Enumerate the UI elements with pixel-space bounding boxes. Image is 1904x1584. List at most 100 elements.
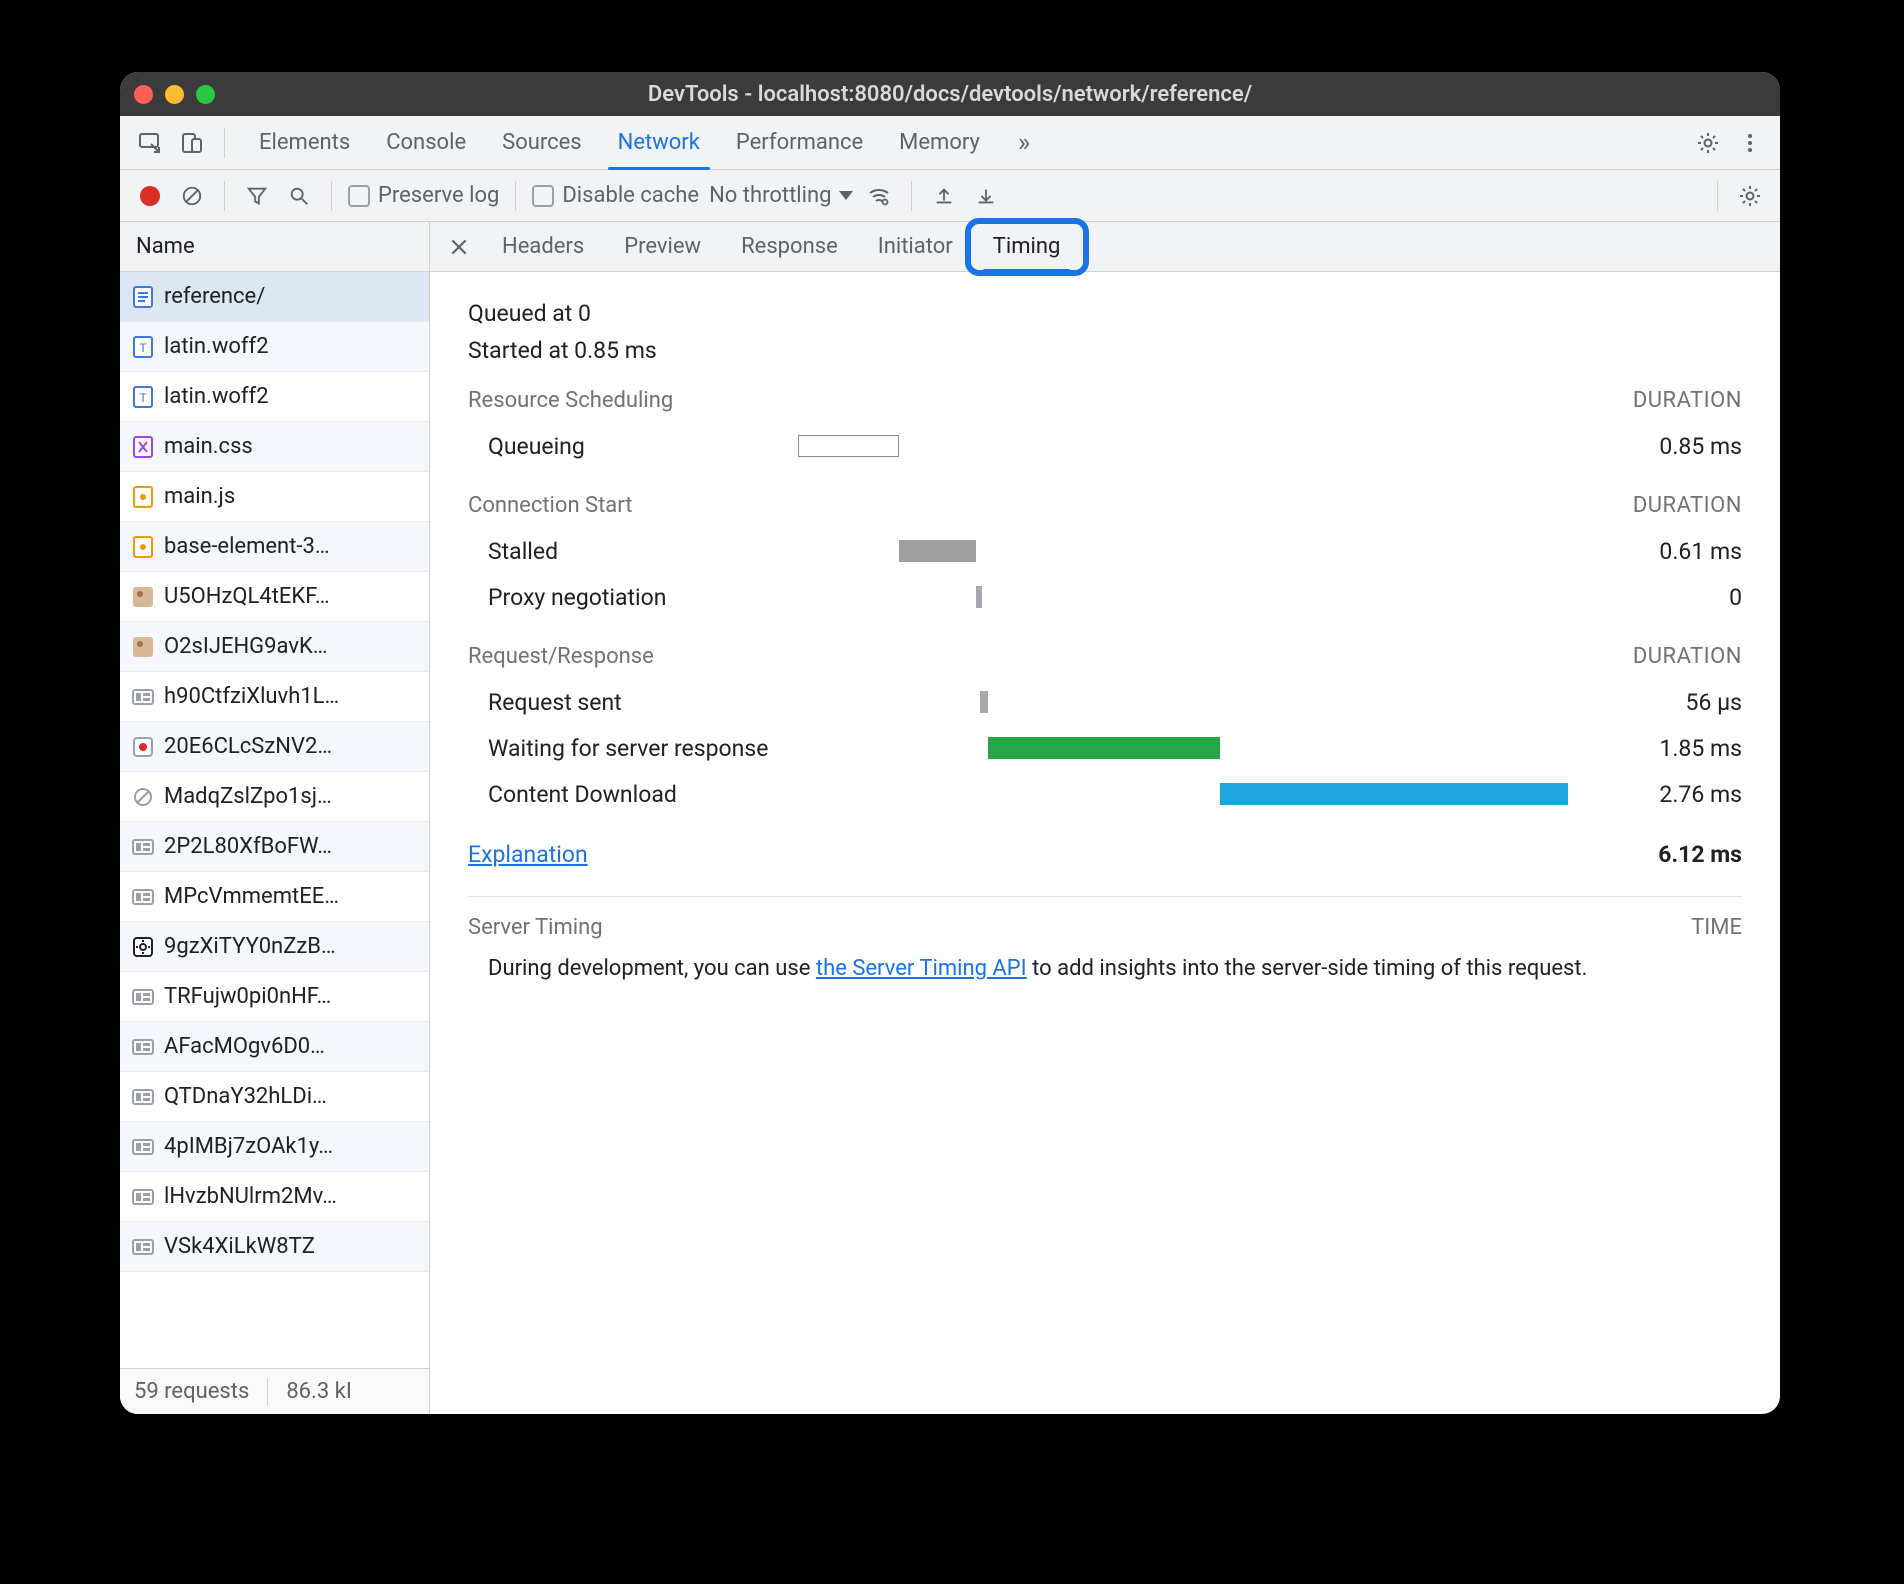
detail-tab-headers[interactable]: Headers xyxy=(482,222,604,271)
detail-tab-timing[interactable]: Timing xyxy=(973,222,1081,271)
kebab-menu-icon[interactable] xyxy=(1734,127,1766,159)
divider xyxy=(267,1379,268,1405)
inspect-element-icon[interactable] xyxy=(134,127,166,159)
image-icon xyxy=(132,636,154,658)
timing-label: Queueing xyxy=(468,433,788,460)
request-row[interactable]: main.css xyxy=(120,422,429,472)
timing-row: Queueing0.85 ms xyxy=(468,423,1742,469)
tabs-overflow-button[interactable]: » xyxy=(1008,116,1040,169)
settings-gear-icon[interactable] xyxy=(1692,127,1724,159)
record-icon xyxy=(132,736,154,758)
network-conditions-icon[interactable] xyxy=(863,180,895,212)
network-settings-gear-icon[interactable] xyxy=(1734,180,1766,212)
request-name: lHvzbNUlrm2Mv… xyxy=(164,1184,337,1209)
window-title: DevTools - localhost:8080/docs/devtools/… xyxy=(120,82,1780,107)
preserve-log-checkbox[interactable]: Preserve log xyxy=(348,183,499,208)
body-split: Name reference/Tlatin.woff2Tlatin.woff2m… xyxy=(120,222,1780,1414)
started-label: Started at 0.85 ms xyxy=(468,337,1742,364)
request-row[interactable]: 2P2L80XfBoFW… xyxy=(120,822,429,872)
download-har-icon[interactable] xyxy=(970,180,1002,212)
record-button[interactable] xyxy=(134,180,166,212)
request-name: AFacMOgv6D0… xyxy=(164,1034,325,1059)
request-name: MPcVmmemtEE… xyxy=(164,884,339,909)
request-name: 2P2L80XfBoFW… xyxy=(164,834,332,859)
server-timing-api-link[interactable]: the Server Timing API xyxy=(816,956,1027,981)
request-name: latin.woff2 xyxy=(164,334,269,359)
tab-sources[interactable]: Sources xyxy=(484,116,600,169)
request-row[interactable]: VSk4XiLkW8TZ xyxy=(120,1222,429,1272)
timing-bar xyxy=(899,540,976,562)
chevron-down-icon xyxy=(839,191,853,200)
timing-bar xyxy=(980,691,988,713)
timing-bar xyxy=(798,435,899,457)
tab-memory[interactable]: Memory xyxy=(881,116,998,169)
font-icon: T xyxy=(132,336,154,358)
zoom-window-button[interactable] xyxy=(196,85,215,104)
section-title: Request/Response xyxy=(468,644,654,669)
traffic-lights xyxy=(134,85,215,104)
request-row[interactable]: MadqZslZpo1sj… xyxy=(120,772,429,822)
detail-tab-response[interactable]: Response xyxy=(721,222,858,271)
detail-tab-preview[interactable]: Preview xyxy=(604,222,721,271)
throttling-value: No throttling xyxy=(709,183,831,208)
disable-cache-checkbox[interactable]: Disable cache xyxy=(532,183,699,208)
tab-performance[interactable]: Performance xyxy=(718,116,881,169)
request-row[interactable]: O2sIJEHG9avK… xyxy=(120,622,429,672)
request-row[interactable]: MPcVmmemtEE… xyxy=(120,872,429,922)
close-detail-button[interactable] xyxy=(442,230,476,264)
detail-tab-initiator[interactable]: Initiator xyxy=(858,222,973,271)
upload-har-icon[interactable] xyxy=(928,180,960,212)
sidebar-column-header[interactable]: Name xyxy=(120,222,429,272)
tab-console[interactable]: Console xyxy=(368,116,484,169)
request-list[interactable]: reference/Tlatin.woff2Tlatin.woff2main.c… xyxy=(120,272,429,1368)
tab-network[interactable]: Network xyxy=(600,116,718,169)
request-row[interactable]: 9gzXiTYY0nZzB… xyxy=(120,922,429,972)
request-row[interactable]: base-element-3… xyxy=(120,522,429,572)
script-icon xyxy=(132,486,154,508)
divider xyxy=(224,181,225,211)
close-window-button[interactable] xyxy=(134,85,153,104)
request-row[interactable]: AFacMOgv6D0… xyxy=(120,1022,429,1072)
timing-row: Request sent56 µs xyxy=(468,679,1742,725)
request-name: main.js xyxy=(164,484,235,509)
timing-value: 0.61 ms xyxy=(1582,538,1742,565)
duration-column-label: DURATION xyxy=(1633,388,1742,413)
request-row[interactable]: U5OHzQL4tEKF… xyxy=(120,572,429,622)
request-name: 4pIMBj7zOAk1y… xyxy=(164,1134,333,1159)
request-row[interactable]: QTDnaY32hLDi… xyxy=(120,1072,429,1122)
detail-pane: HeadersPreviewResponseInitiatorTiming Qu… xyxy=(430,222,1780,1414)
disable-cache-label: Disable cache xyxy=(562,183,699,208)
media-icon xyxy=(132,886,154,908)
divider xyxy=(331,181,332,211)
request-row[interactable]: 20E6CLcSzNV2… xyxy=(120,722,429,772)
filter-icon[interactable] xyxy=(241,180,273,212)
timing-label: Stalled xyxy=(468,538,788,565)
server-timing-time-col: TIME xyxy=(1691,915,1742,940)
request-row[interactable]: 4pIMBj7zOAk1y… xyxy=(120,1122,429,1172)
explanation-link[interactable]: Explanation xyxy=(468,841,588,868)
request-row[interactable]: Tlatin.woff2 xyxy=(120,372,429,422)
tab-elements[interactable]: Elements xyxy=(241,116,368,169)
request-row[interactable]: lHvzbNUlrm2Mv… xyxy=(120,1172,429,1222)
timing-value: 2.76 ms xyxy=(1582,781,1742,808)
preserve-log-label: Preserve log xyxy=(378,183,499,208)
divider xyxy=(1717,181,1718,211)
minimize-window-button[interactable] xyxy=(165,85,184,104)
svg-text:T: T xyxy=(139,341,147,355)
request-row[interactable]: main.js xyxy=(120,472,429,522)
divider xyxy=(911,181,912,211)
timing-panel: Queued at 0 Started at 0.85 ms Resource … xyxy=(430,272,1780,1414)
request-row[interactable]: TRFujw0pi0nHF… xyxy=(120,972,429,1022)
media-icon xyxy=(132,1186,154,1208)
request-row[interactable]: reference/ xyxy=(120,272,429,322)
search-icon[interactable] xyxy=(283,180,315,212)
section-title: Connection Start xyxy=(468,493,632,518)
media-icon xyxy=(132,836,154,858)
request-row[interactable]: Tlatin.woff2 xyxy=(120,322,429,372)
throttling-select[interactable]: No throttling xyxy=(709,183,853,208)
device-toolbar-icon[interactable] xyxy=(176,127,208,159)
svg-text:T: T xyxy=(139,391,147,405)
clear-button[interactable] xyxy=(176,180,208,212)
request-row[interactable]: h90CtfziXluvh1L… xyxy=(120,672,429,722)
media-icon xyxy=(132,1086,154,1108)
